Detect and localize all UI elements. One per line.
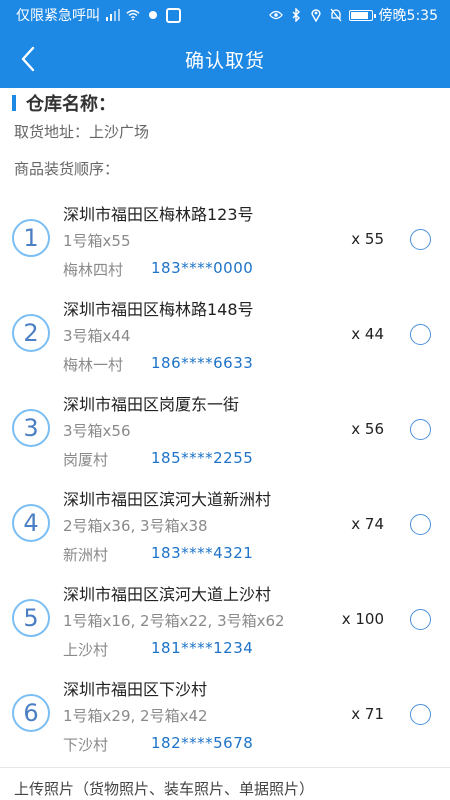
stop-address: 深圳市福田区滨河大道新洲村 <box>63 490 272 509</box>
stop-count: x 74 <box>351 515 384 533</box>
chevron-left-icon <box>21 46 35 72</box>
stop-address: 深圳市福田区梅林路123号 <box>63 205 254 224</box>
section-accent-bar <box>12 95 16 111</box>
notification-dot-icon <box>146 8 160 22</box>
status-left: 仅限紧急呼叫 <box>16 5 181 25</box>
loading-order-label: 商品装货顺序： <box>14 160 120 178</box>
stop-village: 岗厦村 <box>63 451 109 469</box>
eye-icon <box>268 8 283 22</box>
back-button[interactable] <box>8 39 48 79</box>
stop-phone[interactable]: 183****4321 <box>151 544 253 562</box>
nav-bar: 确认取货 <box>0 30 450 88</box>
stop-village: 下沙村 <box>63 736 109 754</box>
pickup-address: 取货地址：上沙广场 <box>14 123 150 141</box>
stop-boxes: 1号箱x29, 2号箱x42 <box>63 707 208 725</box>
warehouse-name-label: 仓库名称： <box>26 94 116 115</box>
stop-select-radio[interactable] <box>410 419 431 440</box>
stop-select-radio[interactable] <box>410 704 431 725</box>
location-icon <box>309 8 323 22</box>
stop-phone[interactable]: 182****5678 <box>151 734 253 752</box>
stop-village: 梅林一村 <box>63 356 124 374</box>
stop-item[interactable]: 5 深圳市福田区滨河大道上沙村 1号箱x16, 2号箱x22, 3号箱x62 上沙村 1… <box>0 572 450 667</box>
carrier-text: 仅限紧急呼叫 <box>16 8 100 24</box>
stop-number-badge: 4 <box>12 504 50 542</box>
stop-item[interactable]: 4 深圳市福田区滨河大道新洲村 2号箱x36, 3号箱x38 新洲村 183****43… <box>0 477 450 572</box>
upload-photos-label[interactable]: 上传照片（货物照片、装车照片、单据照片） <box>14 778 314 799</box>
stop-item[interactable]: 6 深圳市福田区下沙村 1号箱x29, 2号箱x42 下沙村 182****5678 x … <box>0 667 450 762</box>
stop-phone[interactable]: 183****0000 <box>151 259 253 277</box>
stop-item[interactable]: 2 深圳市福田区梅林路148号 3号箱x44 梅林一村 186****6633 x 44 <box>0 287 450 382</box>
stop-address: 深圳市福田区梅林路148号 <box>63 300 254 319</box>
status-right: 傍晚5:35 <box>268 5 438 25</box>
bluetooth-icon <box>289 8 303 22</box>
stop-phone[interactable]: 181****1234 <box>151 639 253 657</box>
signal-icon <box>106 8 120 22</box>
divider <box>0 767 450 768</box>
warehouse-name-row: 仓库名称： <box>12 90 116 116</box>
battery-fill <box>350 11 368 19</box>
stop-address: 深圳市福田区岗厦东一街 <box>63 395 240 414</box>
stop-boxes: 1号箱x16, 2号箱x22, 3号箱x62 <box>63 612 285 630</box>
stop-phone[interactable]: 186****6633 <box>151 354 253 372</box>
stop-boxes: 3号箱x44 <box>63 327 131 345</box>
stop-number-badge: 1 <box>12 219 50 257</box>
wifi-icon <box>126 8 140 22</box>
stop-count: x 71 <box>351 705 384 723</box>
status-time: 傍晚5:35 <box>378 8 438 24</box>
stop-village: 梅林四村 <box>63 261 124 279</box>
stop-boxes: 1号箱x55 <box>63 232 131 250</box>
stop-count: x 56 <box>351 420 384 438</box>
pickup-content: 仓库名称： 取货地址：上沙广场 商品装货顺序： 1 深圳市福田区梅林路123号 1号… <box>0 88 450 800</box>
stop-select-radio[interactable] <box>410 514 431 535</box>
stop-count: x 44 <box>351 325 384 343</box>
app-badge-icon <box>166 7 181 23</box>
stop-village: 新洲村 <box>63 546 109 564</box>
stop-item[interactable]: 3 深圳市福田区岗厦东一街 3号箱x56 岗厦村 185****2255 x 56 <box>0 382 450 477</box>
stop-number-badge: 5 <box>12 599 50 637</box>
stop-select-radio[interactable] <box>410 324 431 345</box>
stop-number-badge: 3 <box>12 409 50 447</box>
stop-count: x 55 <box>351 230 384 248</box>
stop-phone[interactable]: 185****2255 <box>151 449 253 467</box>
stop-count: x 100 <box>341 610 384 628</box>
stop-address: 深圳市福田区滨河大道上沙村 <box>63 585 272 604</box>
stop-select-radio[interactable] <box>410 229 431 250</box>
stop-item[interactable]: 1 深圳市福田区梅林路123号 1号箱x55 梅林四村 183****0000 x 55 <box>0 192 450 287</box>
stop-number-badge: 6 <box>12 694 50 732</box>
status-bar: 仅限紧急呼叫 傍晚5:35 <box>0 0 450 30</box>
page-title: 确认取货 <box>184 49 265 72</box>
mute-bell-icon <box>329 8 343 22</box>
stop-select-radio[interactable] <box>410 609 431 630</box>
stop-boxes: 2号箱x36, 3号箱x38 <box>63 517 208 535</box>
stop-boxes: 3号箱x56 <box>63 422 131 440</box>
stop-number-badge: 2 <box>12 314 50 352</box>
battery-icon <box>348 9 376 21</box>
stop-village: 上沙村 <box>63 641 109 659</box>
stop-address: 深圳市福田区下沙村 <box>63 680 208 699</box>
